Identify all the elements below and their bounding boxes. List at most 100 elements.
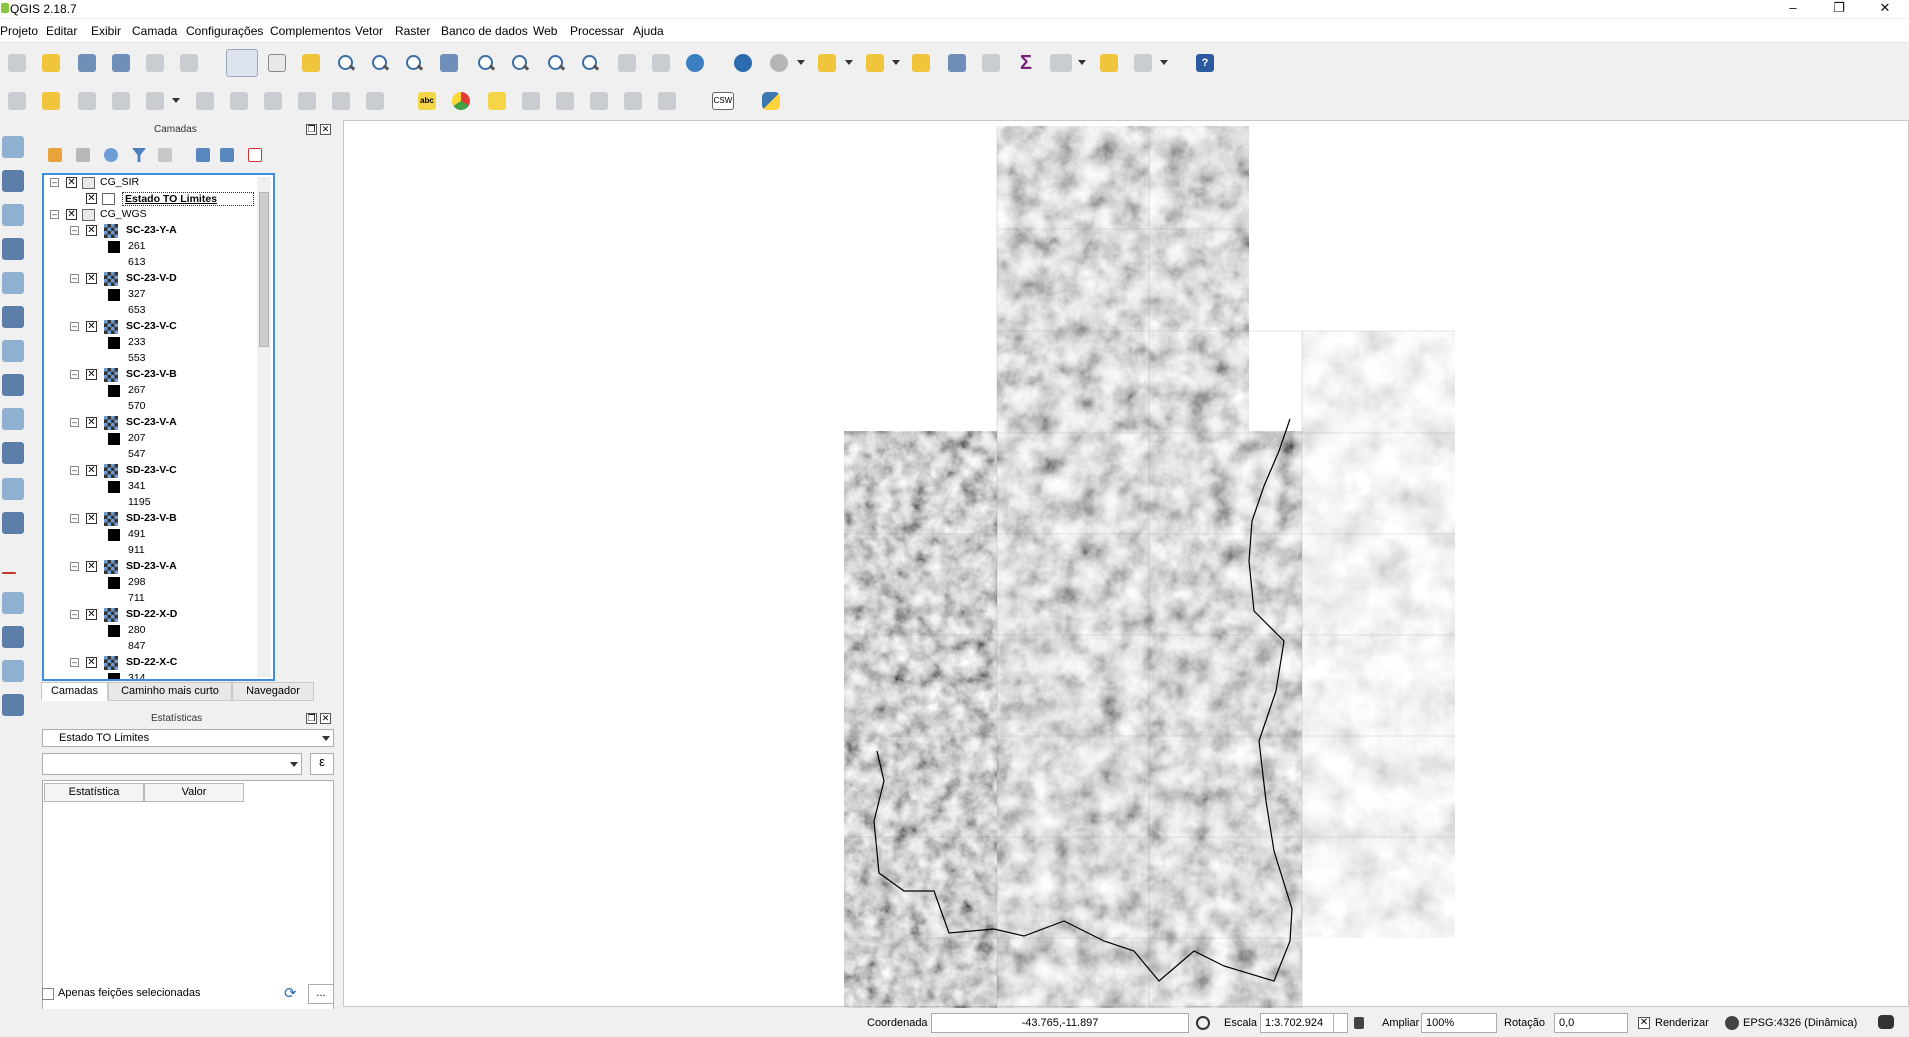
- vector-tools-icon[interactable]: [2, 660, 24, 682]
- chevron-down-icon[interactable]: [892, 60, 900, 66]
- layer-row[interactable]: – ✕ SD-23-V-B: [44, 511, 259, 527]
- zoom-full-icon[interactable]: [440, 54, 458, 72]
- layer-styling-icon[interactable]: [48, 148, 62, 162]
- layer-row[interactable]: – ✕ SC-23-Y-A: [44, 223, 259, 239]
- touch-zoom-pan-icon[interactable]: [226, 49, 258, 77]
- add-raster-layer-icon[interactable]: [2, 170, 24, 192]
- measure-line-icon[interactable]: [1050, 54, 1072, 72]
- add-wms-layer-icon[interactable]: [2, 306, 24, 328]
- diagram-options-icon[interactable]: [452, 92, 470, 110]
- trash-icon[interactable]: [264, 92, 282, 110]
- paste-features-icon[interactable]: [366, 92, 384, 110]
- layer-group-row[interactable]: – ✕ CG_WGS: [44, 207, 259, 223]
- layer-row[interactable]: – ✕ SC-23-V-C: [44, 319, 259, 335]
- coordinate-field[interactable]: -43.765,-11.897: [931, 1013, 1189, 1033]
- processing-toolbox-icon[interactable]: [2, 694, 24, 716]
- render-checkbox[interactable]: ✕: [1638, 1017, 1650, 1029]
- delete-selected-icon[interactable]: [230, 92, 248, 110]
- add-wfs-layer-icon[interactable]: [2, 374, 24, 396]
- menu-banco-de-dados[interactable]: Banco de dados: [441, 24, 528, 38]
- collapse-layer-icon[interactable]: –: [70, 370, 79, 379]
- menu-processar[interactable]: Processar: [570, 24, 624, 38]
- stats-layer-select[interactable]: Estado TO Limites: [42, 729, 334, 747]
- layer-row[interactable]: – ✕ SC-23-V-A: [44, 415, 259, 431]
- metasearch-icon[interactable]: CSW: [712, 92, 734, 110]
- chevron-down-icon[interactable]: [1078, 60, 1086, 66]
- rotate-label-icon[interactable]: [590, 92, 608, 110]
- chevron-down-icon[interactable]: [1160, 60, 1168, 66]
- chevron-down-icon[interactable]: [845, 60, 853, 66]
- collapse-group-icon[interactable]: –: [50, 178, 59, 187]
- close-button[interactable]: ✕: [1862, 0, 1908, 18]
- cut-features-icon[interactable]: [298, 92, 316, 110]
- collapse-layer-icon[interactable]: –: [70, 226, 79, 235]
- collapse-all-icon[interactable]: [220, 148, 234, 162]
- new-map-view-icon[interactable]: [618, 54, 636, 72]
- menu-editar[interactable]: Editar: [46, 24, 77, 38]
- layer-row[interactable]: – ✕ SC-23-V-B: [44, 367, 259, 383]
- collapse-layer-icon[interactable]: –: [70, 514, 79, 523]
- add-vector-layer-icon[interactable]: [2, 136, 24, 158]
- only-selected-checkbox[interactable]: [42, 988, 54, 1000]
- python-console-icon[interactable]: [762, 92, 780, 110]
- menu-web[interactable]: Web: [533, 24, 557, 38]
- attribute-table-icon[interactable]: [948, 54, 966, 72]
- restore-button[interactable]: ❐: [1816, 0, 1862, 18]
- layer-visibility-checkbox[interactable]: ✕: [86, 465, 97, 476]
- pan-map-icon[interactable]: [268, 54, 286, 72]
- layer-group-row[interactable]: – ✕ CG_SIR: [44, 175, 259, 191]
- add-spatialite-layer-icon[interactable]: [2, 238, 24, 260]
- layer-visibility-checkbox[interactable]: ✕: [86, 369, 97, 380]
- text-annotation-icon[interactable]: [1134, 54, 1152, 72]
- save-as-icon[interactable]: [112, 54, 130, 72]
- menu-vetor[interactable]: Vetor: [355, 24, 383, 38]
- toggle-editing-icon[interactable]: [42, 92, 60, 110]
- layer-visibility-checkbox[interactable]: ✕: [66, 177, 77, 188]
- georeferencer-icon[interactable]: [2, 626, 24, 648]
- add-mssql-layer-icon[interactable]: [2, 272, 24, 294]
- add-feature-icon[interactable]: [112, 92, 130, 110]
- label-properties-icon[interactable]: [658, 92, 676, 110]
- close-panel-button[interactable]: ✕: [320, 713, 331, 724]
- crs-label[interactable]: EPSG:4326 (Dinâmica): [1743, 1017, 1857, 1029]
- add-wcs-layer-icon[interactable]: [2, 340, 24, 362]
- zoom-last-icon[interactable]: [544, 51, 568, 75]
- layer-row[interactable]: – ✕ SD-23-V-A: [44, 559, 259, 575]
- help-icon[interactable]: ?: [1196, 54, 1214, 72]
- show-hide-labels-icon[interactable]: [522, 92, 540, 110]
- scale-field[interactable]: 1:3.702.924: [1260, 1013, 1348, 1033]
- layer-visibility-checkbox[interactable]: ✕: [86, 321, 97, 332]
- chevron-down-icon[interactable]: [172, 98, 180, 104]
- select-features-icon[interactable]: [818, 54, 836, 72]
- pin-labels-icon[interactable]: [488, 92, 506, 110]
- run-feature-action-icon[interactable]: [770, 54, 788, 72]
- layer-visibility-checkbox[interactable]: ✕: [86, 417, 97, 428]
- zoom-out-icon[interactable]: [368, 51, 392, 75]
- identify-features-icon[interactable]: [734, 54, 752, 72]
- add-postgis-layer-icon[interactable]: [2, 204, 24, 226]
- column-header-estatistica[interactable]: Estatística: [44, 783, 144, 802]
- save-edits-icon[interactable]: [78, 92, 96, 110]
- add-delimited-text-icon[interactable]: [2, 408, 24, 430]
- collapse-layer-icon[interactable]: –: [70, 466, 79, 475]
- zoom-native-icon[interactable]: [402, 51, 426, 75]
- filter-legend-icon[interactable]: [132, 148, 146, 162]
- pan-to-selection-icon[interactable]: [302, 54, 320, 72]
- edits-icon[interactable]: [8, 92, 26, 110]
- map-canvas[interactable]: [343, 120, 1909, 1008]
- add-virtual-layer-icon[interactable]: [2, 442, 24, 464]
- collapse-layer-icon[interactable]: –: [70, 274, 79, 283]
- messages-icon[interactable]: [1878, 1015, 1894, 1029]
- copy-features-icon[interactable]: [332, 92, 350, 110]
- deselect-features-icon[interactable]: [912, 54, 930, 72]
- scrollbar-thumb[interactable]: [259, 192, 269, 347]
- filter-expression-icon[interactable]: [158, 148, 172, 162]
- chevron-down-icon[interactable]: [797, 60, 805, 66]
- layer-row[interactable]: – ✕ SC-23-V-D: [44, 271, 259, 287]
- menu-ajuda[interactable]: Ajuda: [633, 24, 664, 38]
- layer-visibility-checkbox[interactable]: ✕: [86, 193, 97, 204]
- minimize-button[interactable]: –: [1770, 0, 1816, 18]
- composer-manager-icon[interactable]: [180, 54, 198, 72]
- field-calculator-icon[interactable]: [982, 54, 1000, 72]
- node-tool-icon[interactable]: [196, 92, 214, 110]
